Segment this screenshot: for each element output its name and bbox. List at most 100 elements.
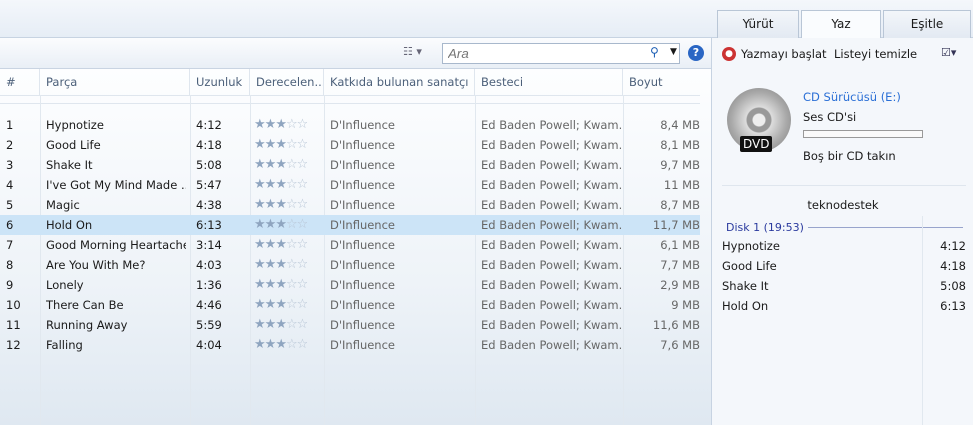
rating-stars[interactable]: ★★★☆☆ (254, 195, 307, 215)
column-number[interactable]: # (0, 69, 40, 95)
dvd-label: DVD (740, 136, 773, 152)
track-number: 12 (6, 338, 21, 352)
rating-stars[interactable]: ★★★☆☆ (254, 255, 307, 275)
burn-item-length: 4:12 (940, 239, 966, 253)
burn-item-length: 6:13 (940, 299, 966, 313)
track-size: 8,1 MB (660, 138, 700, 152)
track-composer: Ed Baden Powell; Kwam... (481, 338, 621, 352)
track-length: 6:13 (196, 218, 222, 232)
track-row[interactable]: 1 Hypnotize 4:12 ★★★☆☆ D'Influence Ed Ba… (0, 115, 700, 135)
track-row[interactable]: 12 Falling 4:04 ★★★☆☆ D'Influence Ed Bad… (0, 335, 700, 355)
disc-type: Ses CD'si (803, 110, 857, 124)
track-length: 5:59 (196, 318, 222, 332)
track-artist: D'Influence (330, 318, 395, 332)
track-length: 4:18 (196, 138, 222, 152)
rating-stars[interactable]: ★★★☆☆ (254, 155, 307, 175)
rating-stars[interactable]: ★★★☆☆ (254, 315, 307, 335)
track-size: 7,6 MB (660, 338, 700, 352)
rating-stars[interactable]: ★★★☆☆ (254, 215, 307, 235)
track-size: 11,6 MB (652, 318, 700, 332)
track-artist: D'Influence (330, 178, 395, 192)
search-dropdown-icon[interactable]: ▼ (670, 47, 677, 57)
track-size: 8,4 MB (660, 118, 700, 132)
track-row[interactable]: 6 Hold On 6:13 ★★★☆☆ D'Influence Ed Bade… (0, 215, 700, 235)
tab-sync[interactable]: Eşitle (883, 10, 971, 39)
tab-play[interactable]: Yürüt (717, 10, 799, 39)
track-row[interactable]: 11 Running Away 5:59 ★★★☆☆ D'Influence E… (0, 315, 700, 335)
track-number: 2 (6, 138, 14, 152)
track-length: 4:04 (196, 338, 222, 352)
tab-burn[interactable]: Yaz (801, 10, 881, 40)
track-row[interactable]: 5 Magic 4:38 ★★★☆☆ D'Influence Ed Baden … (0, 195, 700, 215)
track-artist: D'Influence (330, 338, 395, 352)
track-title: There Can Be (46, 298, 124, 312)
drive-name[interactable]: CD Sürücüsü (E:) (803, 90, 901, 104)
start-burn-button[interactable]: Yazmayı başlat (741, 47, 827, 61)
burn-item-title: Hold On (722, 299, 769, 313)
track-row[interactable]: 2 Good Life 4:18 ★★★☆☆ D'Influence Ed Ba… (0, 135, 700, 155)
track-artist: D'Influence (330, 158, 395, 172)
track-artist: D'Influence (330, 118, 395, 132)
burn-item-length: 4:18 (940, 259, 966, 273)
clear-list-button[interactable]: Listeyi temizle (834, 47, 917, 61)
track-composer: Ed Baden Powell; Kwam... (481, 318, 621, 332)
track-title: Falling (46, 338, 83, 352)
track-row[interactable]: 7 Good Morning Heartache 3:14 ★★★☆☆ D'In… (0, 235, 700, 255)
column-rating[interactable]: Derecelen... (250, 69, 324, 95)
track-length: 5:47 (196, 178, 222, 192)
track-size: 9,7 MB (660, 158, 700, 172)
column-length[interactable]: Uzunluk (190, 69, 250, 95)
track-row[interactable]: 4 I've Got My Mind Made ... 5:47 ★★★☆☆ D… (0, 175, 700, 195)
disk-header: Disk 1 (19:53) (726, 221, 804, 234)
track-composer: Ed Baden Powell; Kwam... (481, 138, 621, 152)
track-title: Magic (46, 198, 80, 212)
track-title: Are You With Me? (46, 258, 146, 272)
track-composer: Ed Baden Powell; Kwam... (481, 118, 621, 132)
track-row[interactable]: 3 Shake It 5:08 ★★★☆☆ D'Influence Ed Bad… (0, 155, 700, 175)
track-size: 9 MB (671, 298, 700, 312)
view-options-icon[interactable]: ☷ ▾ (403, 45, 422, 58)
track-title: Good Morning Heartache (46, 238, 186, 252)
rating-stars[interactable]: ★★★☆☆ (254, 135, 307, 155)
burn-list-item[interactable]: Good Life 4:18 (722, 256, 966, 276)
track-artist: D'Influence (330, 258, 395, 272)
track-number: 10 (6, 298, 21, 312)
search-input[interactable] (442, 43, 680, 64)
burn-list-item[interactable]: Hold On 6:13 (722, 296, 966, 316)
rating-stars[interactable]: ★★★☆☆ (254, 235, 307, 255)
search-icon[interactable]: ⚲ (650, 45, 659, 59)
rating-stars[interactable]: ★★★☆☆ (254, 335, 307, 355)
track-artist: D'Influence (330, 238, 395, 252)
track-number: 7 (6, 238, 14, 252)
track-composer: Ed Baden Powell; Kwam... (481, 298, 621, 312)
track-size: 11 MB (663, 178, 700, 192)
burn-pane: ● Yazmayı başlat Listeyi temizle ☑▾ DVD … (711, 38, 973, 425)
rating-stars[interactable]: ★★★☆☆ (254, 115, 307, 135)
track-row[interactable]: 9 Lonely 1:36 ★★★☆☆ D'Influence Ed Baden… (0, 275, 700, 295)
burn-item-length: 5:08 (940, 279, 966, 293)
column-title[interactable]: Parça (40, 69, 190, 95)
track-number: 3 (6, 158, 14, 172)
column-size[interactable]: Boyut (623, 69, 703, 95)
track-list: # Parça Uzunluk Derecelen... Katkıda bul… (0, 69, 711, 425)
track-row[interactable]: 10 There Can Be 4:46 ★★★☆☆ D'Influence E… (0, 295, 700, 315)
track-artist: D'Influence (330, 198, 395, 212)
track-row[interactable]: 8 Are You With Me? 4:03 ★★★☆☆ D'Influenc… (0, 255, 700, 275)
track-title: Hypnotize (46, 118, 104, 132)
column-composer[interactable]: Besteci (475, 69, 623, 95)
track-size: 2,9 MB (660, 278, 700, 292)
help-icon[interactable]: ? (688, 45, 704, 61)
column-artist[interactable]: Katkıda bulunan sanatçı (324, 69, 475, 95)
rating-stars[interactable]: ★★★☆☆ (254, 275, 307, 295)
track-length: 4:38 (196, 198, 222, 212)
burn-options-icon[interactable]: ☑▾ (941, 46, 956, 59)
burn-list-title[interactable]: teknodestek (712, 198, 973, 212)
rating-stars[interactable]: ★★★☆☆ (254, 295, 307, 315)
track-title: Good Life (46, 138, 101, 152)
track-size: 6,1 MB (660, 238, 700, 252)
track-composer: Ed Baden Powell; Kwam... (481, 238, 621, 252)
burn-list-item[interactable]: Shake It 5:08 (722, 276, 966, 296)
burn-list-item[interactable]: Hypnotize 4:12 (722, 236, 966, 256)
rating-stars[interactable]: ★★★☆☆ (254, 175, 307, 195)
track-artist: D'Influence (330, 298, 395, 312)
